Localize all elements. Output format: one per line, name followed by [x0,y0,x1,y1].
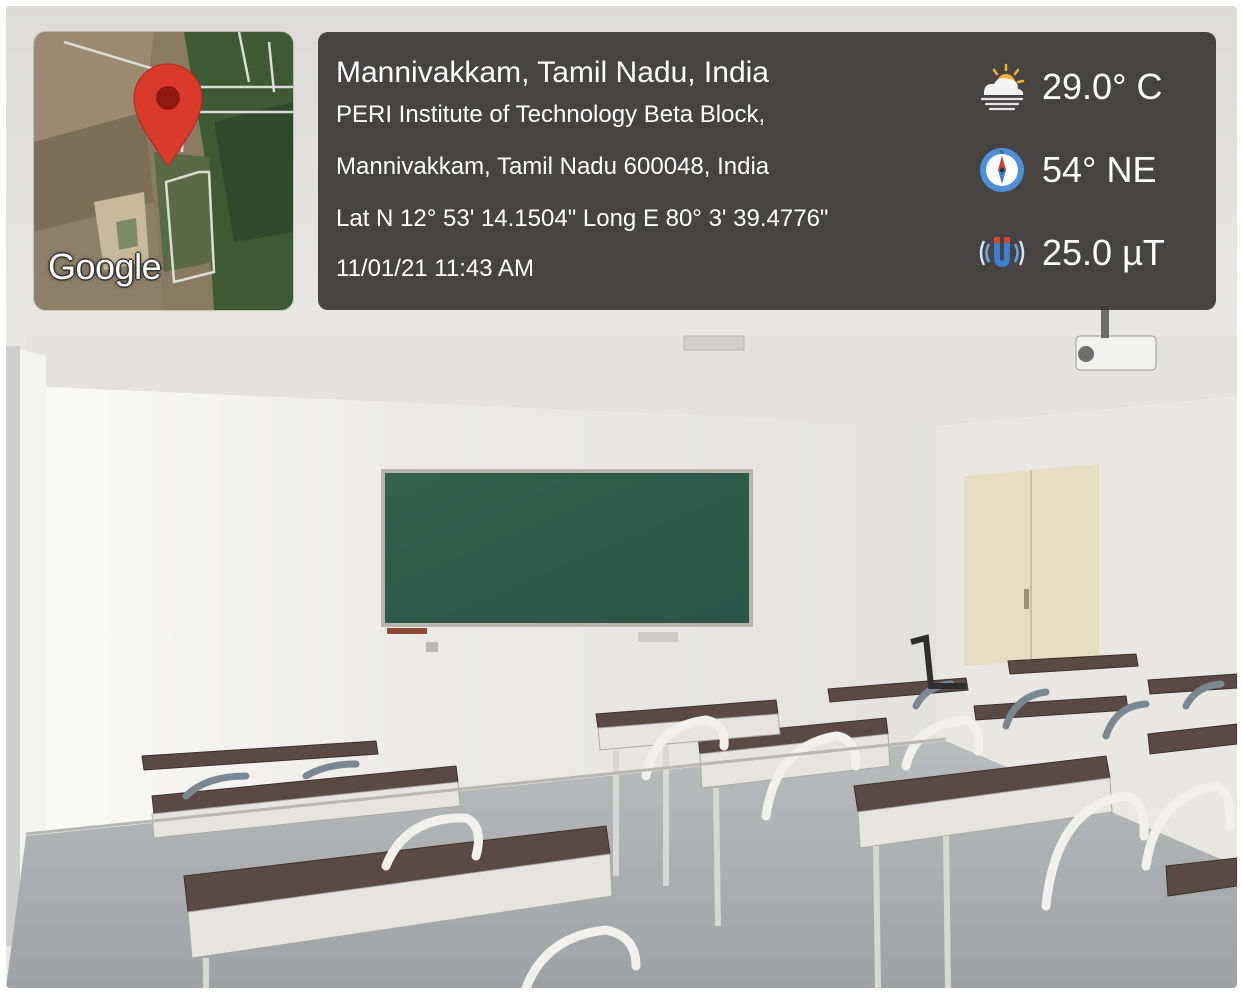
address-line-1: PERI Institute of Technology Beta Block, [336,101,766,128]
timestamp: 11/01/21 11:43 AM [336,255,534,282]
temperature-value: 29.0° C [1042,66,1163,107]
magnetic-field-icon [979,237,1025,267]
compass-icon: N [980,148,1024,192]
location-details: Mannivakkam, Tamil Nadu, India PERI Inst… [336,56,976,283]
google-logo: Google [48,246,162,287]
temperature-metric: 29.0° C [976,60,1196,114]
coordinates: Lat N 12° 53' 14.1504" Long E 80° 3' 39.… [336,205,829,232]
svg-text:N: N [1000,150,1004,156]
sensor-metrics: 29.0° C N 54° NE 25.0 µT [976,60,1196,309]
compass-metric: N 54° NE [976,143,1196,197]
address-line-2: Mannivakkam, Tamil Nadu 600048, India [336,153,770,180]
map-thumbnail: Google [34,32,293,310]
location-title: Mannivakkam, Tamil Nadu, India [336,56,769,89]
geotag-info-panel: Mannivakkam, Tamil Nadu, India PERI Inst… [318,32,1216,310]
magnetic-field-metric: 25.0 µT [976,226,1196,280]
geotag-photo: Google Mannivakkam, Tamil Nadu, India PE… [6,6,1237,988]
weather-partly-cloudy-icon [980,63,1025,111]
magnetic-field-value: 25.0 µT [1042,232,1165,273]
compass-value: 54° NE [1042,149,1157,190]
